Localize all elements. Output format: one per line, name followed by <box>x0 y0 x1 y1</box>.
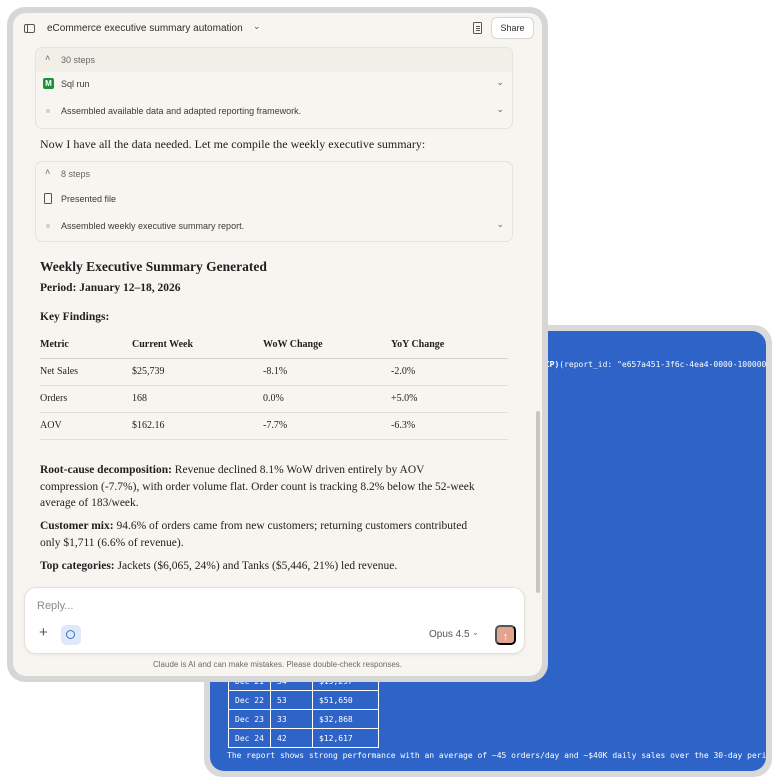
steps-panel: ˄ 8 steps Presented file Assembled weekl… <box>35 161 513 242</box>
step-label: Presented file <box>61 194 117 204</box>
column-header: WoW Change <box>263 331 391 359</box>
scrollbar[interactable] <box>536 411 540 593</box>
share-button[interactable]: Share <box>491 17 534 39</box>
step-label: Assembled available data and adapted rep… <box>61 106 302 116</box>
chat-header: eCommerce executive summary automation ⌄… <box>13 13 542 45</box>
chevron-up-icon[interactable]: ˄ <box>45 167 50 177</box>
table-row: Dec 22 53 $51,650 <box>228 690 379 710</box>
step-item[interactable]: Assembled weekly executive summary repor… <box>36 215 512 237</box>
clock-icon[interactable] <box>61 625 81 645</box>
steps-count: 30 steps <box>61 55 96 65</box>
table-row: AOV $162.16 -7.7% -6.3% <box>40 412 508 440</box>
top-categories-paragraph: Top categories: Jackets ($6,065, 24%) an… <box>40 560 398 572</box>
chat-title[interactable]: eCommerce executive summary automation <box>47 23 243 34</box>
step-label: Assembled weekly executive summary repor… <box>61 221 245 231</box>
step-item[interactable]: M Sql run ⌄ <box>36 73 512 95</box>
step-item[interactable]: Assembled available data and adapted rep… <box>36 100 512 122</box>
steps-count: 8 steps <box>61 169 91 179</box>
disclaimer: Claude is AI and can make mistakes. Plea… <box>152 660 403 669</box>
file-icon <box>44 193 52 204</box>
document-icon[interactable] <box>473 22 482 34</box>
send-button[interactable]: ↑ <box>495 625 516 645</box>
dot-icon <box>46 109 50 113</box>
table-row: Orders 168 0.0% +5.0% <box>40 385 508 413</box>
chevron-down-icon[interactable]: ⌄ <box>496 219 504 230</box>
chat-window: eCommerce executive summary automation ⌄… <box>13 13 542 676</box>
key-findings-table: Metric Current Week WoW Change YoY Chang… <box>40 331 508 440</box>
step-label: Sql run <box>61 79 90 89</box>
customer-mix-paragraph: Customer mix: 94.6% of orders came from … <box>40 520 468 549</box>
chevron-down-icon[interactable]: ⌄ <box>496 77 504 88</box>
chevron-down-icon[interactable]: ⌄ <box>253 21 261 32</box>
steps-header[interactable]: ˄ 30 steps <box>36 48 512 72</box>
plus-icon[interactable]: + <box>39 624 48 641</box>
steps-header[interactable]: ˄ 8 steps <box>36 162 512 186</box>
terminal-summary-line: The report shows strong performance with… <box>227 751 766 760</box>
reply-input[interactable] <box>37 600 417 612</box>
key-findings-heading: Key Findings: <box>40 311 110 323</box>
table-row: Dec 24 42 $12,617 <box>228 728 379 748</box>
root-cause-paragraph: Root-cause decomposition: Revenue declin… <box>40 464 475 509</box>
summary-title: Weekly Executive Summary Generated <box>40 259 267 274</box>
table-header-row: Metric Current Week WoW Change YoY Chang… <box>40 331 508 359</box>
steps-panel: ˄ 30 steps M Sql run ⌄ Assembled availab… <box>35 47 513 129</box>
column-header: Metric <box>40 331 132 359</box>
dot-icon <box>46 224 50 228</box>
period-label: Period: January 12–18, 2026 <box>40 282 181 294</box>
chevron-up-icon[interactable]: ˄ <box>45 53 50 63</box>
assistant-message: Now I have all the data needed. Let me c… <box>40 137 426 151</box>
chevron-down-icon[interactable]: ⌄ <box>472 628 479 637</box>
terminal-sales-table: Dec 21 34 $19,297 Dec 22 53 $51,650 Dec … <box>228 671 379 748</box>
model-selector[interactable]: Opus 4.5 <box>429 629 470 640</box>
step-item[interactable]: Presented file <box>36 188 512 210</box>
sidebar-toggle-icon[interactable] <box>24 24 35 33</box>
chevron-down-icon[interactable]: ⌄ <box>496 104 504 115</box>
column-header: YoY Change <box>391 331 508 359</box>
terminal-tool-call-line: MCP)(report_id: "e657a451-3f6c-4ea4-0000… <box>540 360 766 369</box>
table-row: Dec 23 33 $32,868 <box>228 709 379 729</box>
composer: + Opus 4.5 ⌄ ↑ <box>24 587 525 654</box>
column-header: Current Week <box>132 331 263 359</box>
spreadsheet-icon: M <box>43 78 54 89</box>
table-row: Net Sales $25,739 -8.1% -2.0% <box>40 358 508 386</box>
